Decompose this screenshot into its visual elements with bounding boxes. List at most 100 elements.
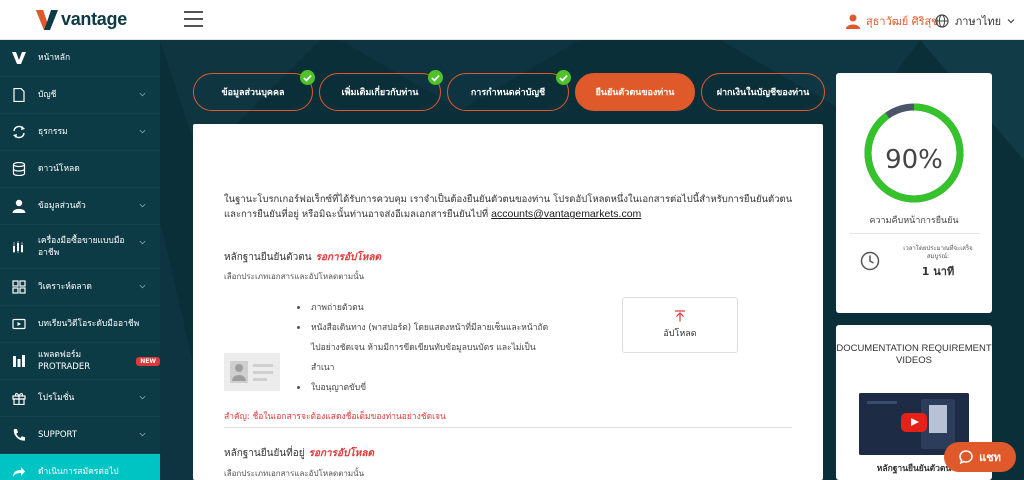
identity-document-list: ภาพถ่ายตัวตน หนังสือเดินทาง (พาสปอร์ต) โ… — [297, 298, 557, 398]
sidebar-item-label: ธุรกรรม — [38, 127, 68, 137]
chevron-down-icon — [139, 129, 146, 134]
tab-about-you[interactable]: เพิ่มเติมเกี่ยวกับท่าน — [319, 70, 443, 111]
sidebar-item-label: บัญชี — [38, 90, 57, 100]
sidebar-item-support[interactable]: SUPPORT — [0, 417, 160, 454]
tab-label: ยืนยันตัวตนของท่าน — [595, 88, 675, 98]
menu-toggle-icon[interactable] — [184, 11, 203, 27]
sidebar-item-label: บทเรียนวิดีโอระดับมืออาชีพ — [38, 319, 140, 329]
user-icon — [12, 199, 26, 213]
play-icon — [901, 413, 927, 432]
sidebar-item-downloads[interactable]: ดาวน์โหลด — [0, 151, 160, 188]
sidebar-item-accounts[interactable]: บัญชี — [0, 77, 160, 114]
upload-icon — [675, 310, 685, 322]
estimated-time-value: 1 นาที — [921, 265, 955, 278]
v-logo-icon — [12, 52, 26, 64]
id-card-icon — [224, 353, 280, 391]
check-icon — [556, 70, 571, 85]
chart-icon — [13, 240, 23, 253]
list-item: ใบอนุญาตขับขี่ — [297, 378, 557, 398]
chat-icon — [959, 450, 973, 464]
address-proof-title: หลักฐานยืนยันที่อยู่ รอการอัปโหลด — [224, 446, 374, 461]
tab-label: ข้อมูลส่วนบุคคล — [221, 88, 285, 98]
check-icon — [428, 70, 443, 85]
tab-verify-identity[interactable]: ยืนยันตัวตนของท่าน — [575, 73, 695, 111]
brand-name: vantage — [61, 9, 127, 29]
chat-button[interactable]: แชท — [944, 442, 1016, 472]
status-badge: รอการอัปโหลด — [308, 448, 374, 459]
vantage-logo-icon — [36, 9, 58, 30]
database-icon — [12, 162, 26, 176]
sidebar-item-home[interactable]: หน้าหลัก — [0, 40, 160, 77]
chevron-down-icon — [139, 203, 146, 208]
sidebar-item-video-lessons[interactable]: บทเรียนวิดีโอระดับมืออาชีพ — [0, 306, 160, 343]
upload-button[interactable]: อัปโหลด — [622, 297, 738, 353]
sidebar-item-protrader[interactable]: แพลตฟอร์ม PROTRADER NEW — [0, 343, 160, 380]
status-badge: รอการอัปโหลด — [315, 252, 381, 263]
sidebar-item-label: เครื่องมือซื้อขายแบบมืออาชีพ — [38, 235, 125, 258]
sidebar-item-label: โปรโมชั่น — [38, 393, 75, 403]
sidebar-item-continue-application[interactable]: ดำเนินการสมัครต่อไป — [0, 454, 160, 480]
intro-text: ในฐานะโบรกเกอร์ฟอเร็กซ์ที่ได้รับการควบคุ… — [224, 193, 799, 222]
chevron-down-icon — [139, 284, 146, 289]
videos-title: DOCUMENTATION REQUIREMENT VIDEOS — [836, 343, 992, 366]
upload-label: อัปโหลด — [663, 329, 697, 339]
gift-icon — [12, 393, 26, 405]
divider — [224, 427, 792, 428]
step-tabs: ข้อมูลส่วนบุคคล เพิ่มเติมเกี่ยวกับท่าน ก… — [193, 70, 825, 111]
user-icon — [846, 14, 860, 29]
new-badge: NEW — [136, 356, 160, 366]
sidebar-item-pro-tools[interactable]: เครื่องมือซื้อขายแบบมืออาชีพ — [0, 225, 160, 269]
progress-caption: ความคืบหน้าการยืนยัน — [869, 216, 959, 226]
clock-icon — [860, 251, 880, 271]
sidebar-item-label: หน้าหลัก — [38, 53, 71, 63]
tab-label: การกำหนดค่าบัญชี — [470, 88, 546, 98]
chevron-down-icon — [1007, 19, 1015, 24]
sync-icon — [13, 125, 25, 139]
top-bar: vantage สุธาวัฒย์ ศิริสุข ภาษาไทย — [0, 0, 1024, 40]
brand-logo[interactable]: vantage — [36, 9, 127, 30]
protrader-icon — [13, 355, 25, 367]
address-proof-subtitle: เลือกประเภทเอกสารและอัปโหลดตามนั้น — [224, 469, 365, 478]
language-label: ภาษาไทย — [955, 15, 1002, 28]
sidebar-item-label: ข้อมูลส่วนตัว — [38, 201, 86, 211]
identity-proof-title: หลักฐานยืนยันตัวตน รอการอัปโหลด — [224, 250, 381, 265]
document-icon — [13, 88, 25, 102]
chevron-down-icon — [139, 432, 146, 437]
divider — [850, 233, 980, 234]
user-name: สุธาวัฒย์ ศิริสุข — [866, 15, 939, 28]
sidebar-item-label: SUPPORT — [38, 430, 78, 440]
tab-label: ฝากเงินในบัญชีของท่าน — [716, 88, 810, 98]
language-selector[interactable]: ภาษาไทย — [935, 12, 1015, 30]
video-icon — [12, 318, 26, 330]
progress-percent: 90% — [885, 145, 943, 175]
sidebar-item-label: ดำเนินการสมัครต่อไป — [38, 467, 119, 477]
grid-icon — [12, 280, 26, 294]
sidebar-item-label: ดาวน์โหลด — [38, 164, 80, 174]
phone-icon — [13, 429, 25, 441]
list-item: หนังสือเดินทาง (พาสปอร์ต) โดยแสดงหน้าที่… — [297, 318, 557, 378]
user-menu[interactable]: สุธาวัฒย์ ศิริสุข — [846, 12, 939, 30]
verification-card: ในฐานะโบรกเกอร์ฟอเร็กซ์ที่ได้รับการควบคุ… — [193, 124, 823, 480]
chevron-down-icon — [139, 92, 146, 97]
sidebar-item-market-analysis[interactable]: วิเคราะห์ตลาด — [0, 269, 160, 306]
continue-icon — [13, 467, 25, 477]
chat-label: แชท — [979, 451, 1001, 464]
tab-deposit[interactable]: ฝากเงินในบัญชีของท่าน — [701, 73, 825, 111]
sidebar-item-label: วิเคราะห์ตลาด — [38, 282, 92, 292]
chevron-down-icon — [139, 395, 146, 400]
important-note: สำคัญ: ชื่อในเอกสารจะต้องแสดงชื่อเต็มของ… — [224, 412, 446, 422]
sidebar-item-promotions[interactable]: โปรโมชั่น — [0, 380, 160, 417]
support-email-link[interactable]: accounts@vantagemarkets.com — [491, 208, 641, 220]
tab-label: เพิ่มเติมเกี่ยวกับท่าน — [341, 88, 419, 98]
section-title: หลักฐานยืนยันตัวตน — [224, 252, 312, 263]
tab-account-config[interactable]: การกำหนดค่าบัญชี — [447, 70, 571, 111]
tab-personal-info[interactable]: ข้อมูลส่วนบุคคล — [193, 70, 315, 111]
list-item: ภาพถ่ายตัวตน — [297, 298, 557, 318]
check-icon — [300, 70, 315, 85]
sidebar-item-transactions[interactable]: ธุรกรรม — [0, 114, 160, 151]
globe-icon — [935, 14, 949, 28]
progress-card: 90% ความคืบหน้าการยืนยัน เวลาโดยประมาณที… — [836, 73, 992, 313]
sidebar-item-profile[interactable]: ข้อมูลส่วนตัว — [0, 188, 160, 225]
chevron-down-icon — [139, 240, 146, 245]
section-title: หลักฐานยืนยันที่อยู่ — [224, 448, 305, 459]
